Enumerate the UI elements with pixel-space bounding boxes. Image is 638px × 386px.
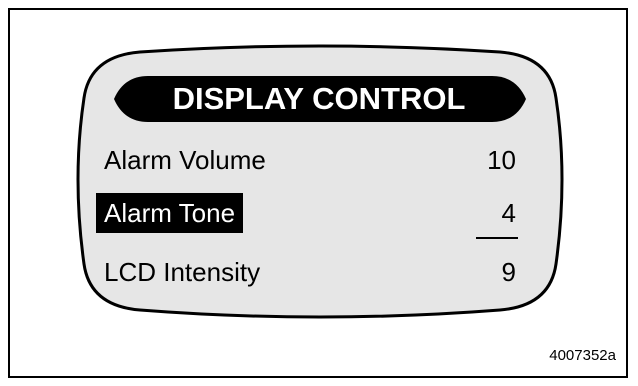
figure-id: 4007352a — [549, 347, 616, 364]
menu-label: Alarm Volume — [104, 145, 266, 175]
menu-row-alarm-tone[interactable]: Alarm Tone 4 — [96, 193, 518, 239]
menu-value: 4 — [501, 198, 516, 228]
menu-row-lcd-intensity[interactable]: LCD Intensity 9 — [102, 252, 516, 292]
figure: DISPLAY CONTROL Alarm Volume 10 Alarm To… — [0, 0, 638, 386]
menu-label: LCD Intensity — [104, 257, 261, 287]
menu-row-alarm-volume[interactable]: Alarm Volume 10 — [102, 140, 516, 180]
value-cursor — [476, 237, 518, 239]
menu-value: 10 — [487, 145, 516, 175]
menu-label-selected: Alarm Tone — [96, 193, 244, 233]
lcd-screen: DISPLAY CONTROL Alarm Volume 10 Alarm To… — [70, 38, 570, 322]
menu-value: 9 — [501, 257, 516, 287]
display-title: DISPLAY CONTROL — [172, 81, 466, 116]
